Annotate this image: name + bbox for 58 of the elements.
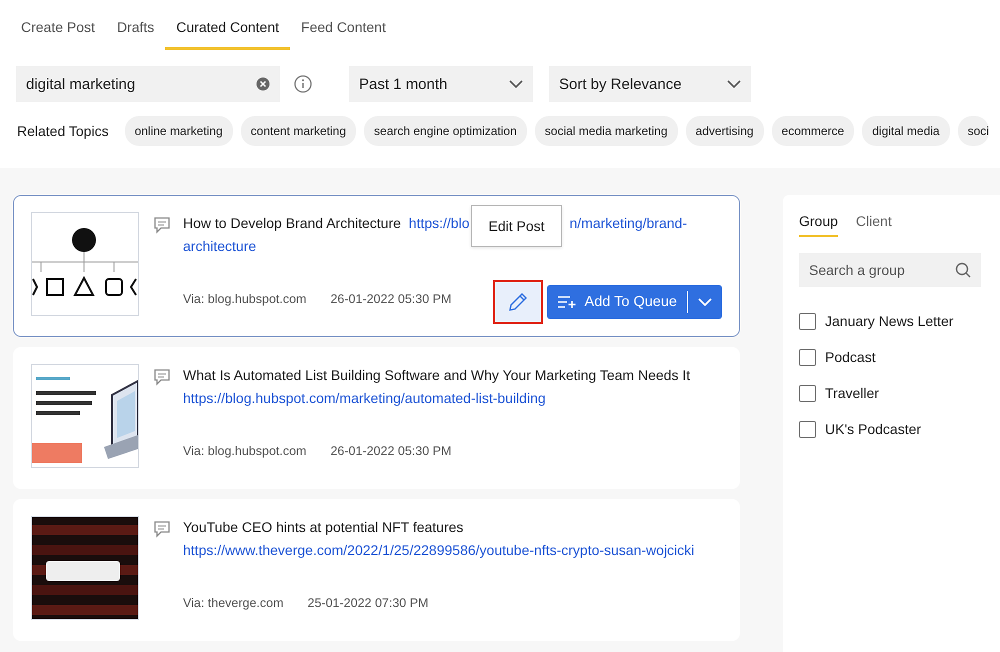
related-topics-label: Related Topics xyxy=(17,123,109,139)
post-card[interactable]: YouTube CEO hints at potential NFT features https://www.theverge.com/2022/1/25/22899586/youtube-nfts-crypto-susan-wojcicki Via: theverge.com 25-01-2022 07:30 PM xyxy=(13,499,740,641)
search-field[interactable]: Search a group xyxy=(799,253,981,287)
edit-button[interactable] xyxy=(494,282,541,322)
post-title: How to Develop Brand Architecture xyxy=(183,215,401,231)
tab[interactable]: Feed Content xyxy=(290,10,397,50)
chevron-down-icon xyxy=(509,80,523,88)
checkbox[interactable] xyxy=(799,348,816,366)
tab[interactable]: Drafts xyxy=(106,10,166,50)
source-text: Via: blog.hubspot.com xyxy=(183,292,306,306)
search-field[interactable]: digital marketing xyxy=(16,66,280,102)
tab[interactable]: Curated Content xyxy=(165,10,290,50)
comment-icon[interactable] xyxy=(153,216,171,234)
post-title: What Is Automated List Building Software and Why Your Marketing Team Needs It xyxy=(183,367,690,383)
post-date: 25-01-2022 07:30 PM xyxy=(308,596,428,610)
post-link[interactable]: https://www.theverge.com/2022/1/25/22899586/youtube-nfts-crypto-susan-wojcicki xyxy=(183,542,694,558)
tab[interactable]: Group xyxy=(799,209,838,237)
tab[interactable]: Client xyxy=(856,209,892,237)
chevron-down-icon xyxy=(727,80,741,88)
post-card[interactable]: What Is Automated List Building Software and Why Your Marketing Team Needs It https://blog.hubspot.com/marketing/automated-list-building Via: blog.hubspot.com 26-01-2022 05:30 PM xyxy=(13,347,740,489)
topic-chip[interactable]: content marketing xyxy=(240,116,356,146)
comment-icon[interactable] xyxy=(153,368,171,386)
info-icon[interactable] xyxy=(294,75,312,93)
checkbox[interactable] xyxy=(799,420,816,438)
group-label: January News Letter xyxy=(825,313,954,329)
post-title: YouTube CEO hints at potential NFT features xyxy=(183,519,464,535)
post-link[interactable]: n/marketing/brand- xyxy=(569,215,687,231)
post-date: 26-01-2022 05:30 PM xyxy=(330,292,452,306)
post-card[interactable]: How to Develop Brand Architecture https://blo Edit Post n/marketing/brand- architecture Via: blog.hubspot.com 26-01-2022 05:30 PM Add To Queue xyxy=(13,195,740,337)
source-text: Via: theverge.com xyxy=(183,596,284,610)
topic-chip[interactable]: advertising xyxy=(686,116,764,146)
clear-icon[interactable] xyxy=(256,77,270,91)
source-text: Via: blog.hubspot.com xyxy=(183,444,306,458)
topic-chip[interactable]: ecommerce xyxy=(772,116,854,146)
tab[interactable]: Create Post xyxy=(10,10,106,50)
post-link[interactable]: https://blo xyxy=(408,215,470,231)
post-link[interactable]: https://blog.hubspot.com/marketing/automated-list-building xyxy=(183,390,546,406)
post-date: 26-01-2022 05:30 PM xyxy=(330,444,452,458)
topic-chip[interactable]: online marketing xyxy=(124,116,233,146)
topic-chip[interactable]: soci xyxy=(958,116,989,146)
group-label: Traveller xyxy=(825,385,879,401)
post-link[interactable]: architecture xyxy=(183,238,256,254)
topic-chip[interactable]: search engine optimization xyxy=(364,116,527,146)
checkbox[interactable] xyxy=(799,312,816,330)
checkbox[interactable] xyxy=(799,384,816,402)
dropdown[interactable]: Sort by Relevance xyxy=(549,66,751,102)
queue-add-icon xyxy=(556,295,577,309)
dropdown[interactable]: Past 1 month xyxy=(349,66,533,102)
topic-chip[interactable]: digital media xyxy=(862,116,950,146)
search-icon[interactable] xyxy=(955,262,971,278)
comment-icon[interactable] xyxy=(153,520,171,538)
tooltip: Edit Post xyxy=(471,205,562,248)
group-label: Podcast xyxy=(825,349,876,365)
add-to-queue-button[interactable]: Add To Queue xyxy=(546,285,722,319)
topic-chip[interactable]: social media marketing xyxy=(534,116,678,146)
group-label: UK's Podcaster xyxy=(825,421,922,437)
chevron-down-icon[interactable] xyxy=(698,298,712,306)
pencil-icon xyxy=(506,291,529,313)
